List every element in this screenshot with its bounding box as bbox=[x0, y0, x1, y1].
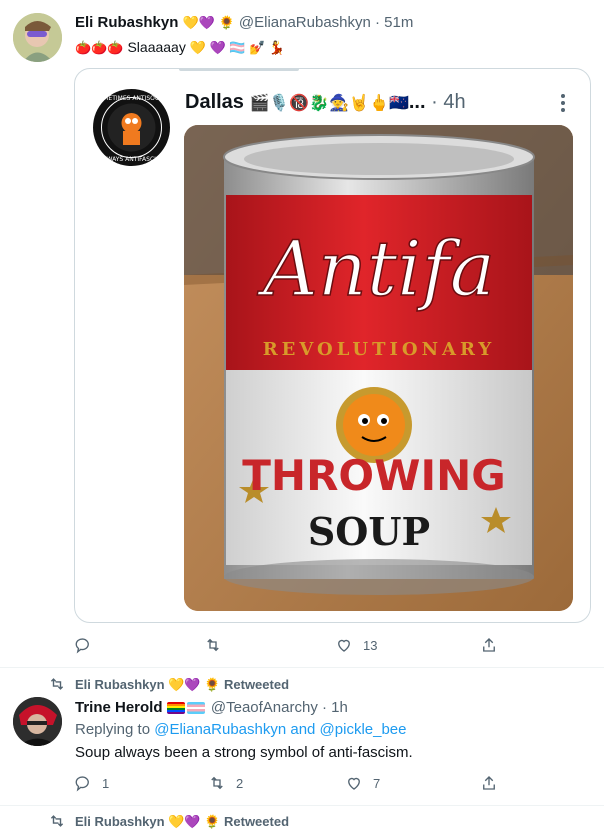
replying-users-link[interactable]: @ElianaRubashkyn and @pickle_bee bbox=[154, 721, 406, 738]
tweet2-handle-time[interactable]: @TeaofAnarchy · 1h bbox=[211, 699, 348, 716]
quoted-ellipsis: ... bbox=[408, 91, 426, 113]
tweet1-text-emojis: 💛 💜 🏳️‍⚧️ 💅 💃 bbox=[189, 40, 286, 55]
retweeter-emojis: 💛💜 🌻 bbox=[168, 677, 221, 692]
avatar-trine-image bbox=[13, 697, 62, 746]
divider-2 bbox=[0, 805, 604, 806]
reply-icon bbox=[75, 638, 89, 654]
retweet-label-2[interactable]: Eli Rubashkyn 💛💜 🌻 Retweeted bbox=[75, 814, 289, 829]
tweet1-author-name[interactable]: Eli Rubashkyn bbox=[75, 14, 178, 31]
avatar-eli[interactable] bbox=[13, 13, 62, 62]
share-icon bbox=[483, 638, 495, 652]
soup-can-photo: Antifa REVOLUTIONARY THROWING SOUP bbox=[184, 125, 573, 611]
quoted-time[interactable]: · 4h bbox=[431, 91, 465, 113]
can-word2-text: SOUP bbox=[308, 509, 430, 554]
retweet-label[interactable]: Eli Rubashkyn 💛💜 🌻 Retweeted bbox=[75, 677, 289, 692]
can-script-text: Antifa bbox=[257, 224, 495, 313]
avatar-dallas[interactable]: SOMETIMES ANTISOCIAL ALWAYS ANTIFASCIST bbox=[93, 89, 170, 166]
tweet1-header: Eli Rubashkyn 💛💜 🌻 @ElianaRubashkyn · 51… bbox=[75, 14, 413, 31]
tweet2-reply-count: 1 bbox=[102, 775, 110, 791]
tweet2-like-button[interactable]: 7 bbox=[345, 774, 380, 792]
tweet2-author-name[interactable]: Trine Herold bbox=[75, 699, 163, 716]
tweet2-text: Soup always been a strong symbol of anti… bbox=[75, 744, 413, 761]
tweet2-retweet-count: 2 bbox=[236, 775, 244, 791]
quoted-header: Dallas 🎬🎙️🔞🐉🧙🤘🖕🇳🇿... · 4h bbox=[185, 91, 466, 114]
retweeter-name-2: Eli Rubashkyn bbox=[75, 814, 165, 829]
retweeter-name: Eli Rubashkyn bbox=[75, 677, 165, 692]
heart-icon bbox=[348, 777, 360, 790]
share-button[interactable] bbox=[480, 636, 508, 654]
quoted-tweet-card[interactable]: SOMETIMES ANTISOCIAL ALWAYS ANTIFASCIST … bbox=[74, 68, 591, 623]
retweet-icon bbox=[211, 776, 223, 790]
tweet2-header: Trine Herold @TeaofAnarchy · 1h bbox=[75, 699, 348, 716]
tweet1-handle-time[interactable]: @ElianaRubashkyn · 51m bbox=[239, 14, 413, 31]
trans-flag-icon bbox=[186, 702, 205, 715]
retweet-button[interactable] bbox=[204, 636, 232, 654]
tweet1-author-emojis: 💛💜 🌻 bbox=[182, 15, 235, 30]
quoted-author-emojis: 🎬🎙️🔞🐉🧙🤘🖕🇳🇿 bbox=[249, 95, 409, 112]
reply-button[interactable] bbox=[74, 636, 102, 654]
quoted-partial-header bbox=[179, 69, 319, 73]
tweet2-like-count: 7 bbox=[373, 775, 381, 791]
tweet2-replying: Replying to @ElianaRubashkyn and @pickle… bbox=[75, 721, 407, 738]
tomato-emojis: 🍅🍅🍅 bbox=[75, 40, 124, 55]
avatar-ring-top: SOMETIMES ANTISOCIAL bbox=[95, 95, 169, 102]
retweet-suffix-2: Retweeted bbox=[224, 814, 290, 829]
avatar-dallas-image: SOMETIMES ANTISOCIAL ALWAYS ANTIFASCIST bbox=[93, 89, 170, 166]
retweet-suffix: Retweeted bbox=[224, 677, 290, 692]
heart-icon bbox=[338, 639, 350, 652]
avatar-ring-bottom: ALWAYS ANTIFASCIST bbox=[100, 156, 164, 163]
like-button[interactable]: 13 bbox=[335, 636, 377, 654]
retweeter-emojis-2: 💛💜 🌻 bbox=[168, 814, 221, 829]
like-count: 13 bbox=[363, 637, 378, 653]
tweet1-text-body: Slaaaaay bbox=[127, 39, 186, 55]
tweet2-reply-button[interactable]: 1 bbox=[74, 774, 109, 792]
quoted-more-icon[interactable] bbox=[553, 93, 573, 113]
quoted-image[interactable]: Antifa REVOLUTIONARY THROWING SOUP bbox=[184, 125, 573, 611]
retweeted-icon bbox=[48, 677, 66, 691]
tweet2-retweet-button[interactable]: 2 bbox=[208, 774, 243, 792]
tweet2-share-button[interactable] bbox=[480, 774, 508, 792]
reply-icon bbox=[75, 776, 89, 792]
share-icon bbox=[483, 776, 495, 790]
can-subtitle-text: REVOLUTIONARY bbox=[263, 339, 496, 360]
divider-1 bbox=[0, 667, 604, 668]
can-word1-text: THROWING bbox=[242, 451, 505, 500]
avatar-trine[interactable] bbox=[13, 697, 62, 746]
retweet-icon bbox=[207, 638, 219, 652]
replying-prefix: Replying to bbox=[75, 721, 151, 738]
rainbow-flag-icon bbox=[166, 702, 185, 715]
tweet1-text: 🍅🍅🍅 Slaaaaay 💛 💜 🏳️‍⚧️ 💅 💃 bbox=[75, 39, 285, 55]
quoted-author-name[interactable]: Dallas bbox=[185, 91, 244, 113]
avatar-eli-image bbox=[13, 13, 62, 62]
retweeted-icon-2 bbox=[48, 814, 66, 828]
